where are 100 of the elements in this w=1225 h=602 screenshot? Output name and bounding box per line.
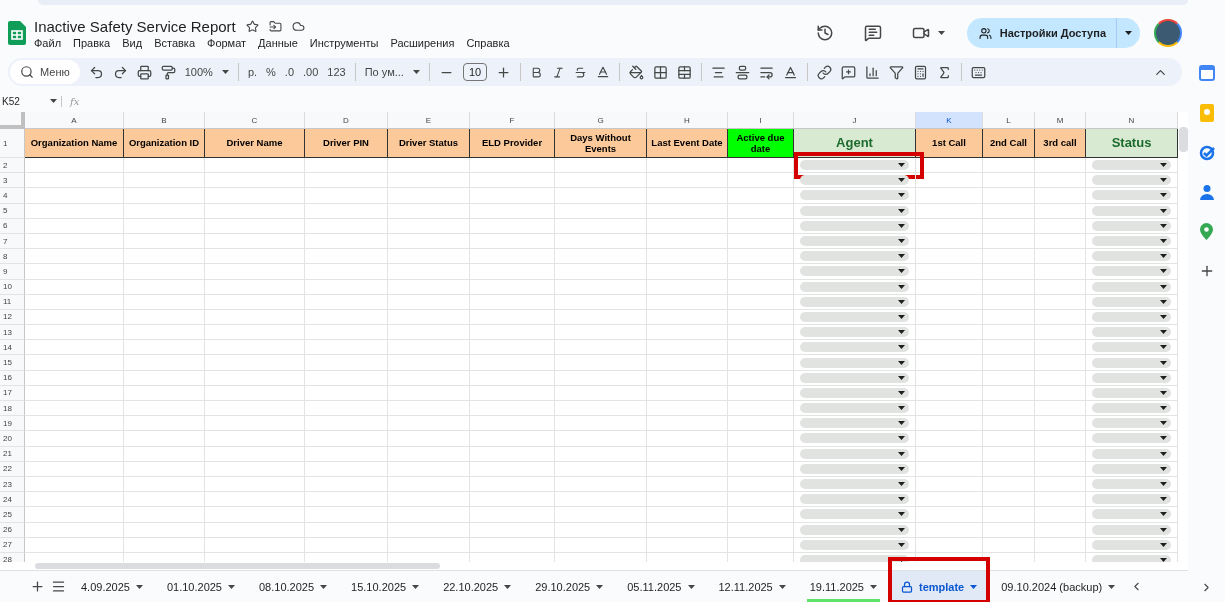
zoom-select[interactable]: 100% <box>184 66 213 78</box>
grid-cell[interactable] <box>205 476 305 493</box>
column-letter[interactable]: G <box>555 112 647 129</box>
grid-cell[interactable] <box>647 173 728 189</box>
grid-cell[interactable] <box>388 309 470 326</box>
grid-cell[interactable] <box>25 461 124 477</box>
grid-cell[interactable] <box>305 431 388 447</box>
grid-cell[interactable] <box>1086 355 1178 371</box>
grid-cell[interactable] <box>1086 416 1178 432</box>
text-color-icon[interactable] <box>596 65 611 79</box>
grid-cell[interactable] <box>555 476 647 493</box>
grid-cell[interactable] <box>794 416 916 432</box>
grid-cell[interactable] <box>983 158 1035 174</box>
column-letter[interactable]: M <box>1035 112 1086 129</box>
grid-cell[interactable] <box>794 218 916 234</box>
grid-cell[interactable] <box>983 249 1035 265</box>
row-number[interactable]: 9 <box>0 264 25 280</box>
grid-cell[interactable] <box>1086 385 1178 401</box>
grid-cell[interactable] <box>205 309 305 326</box>
grid-cell[interactable] <box>205 431 305 447</box>
grid-cell[interactable] <box>124 461 205 477</box>
grid-cell[interactable] <box>916 507 983 523</box>
grid-cell[interactable] <box>794 325 916 341</box>
grid-cell[interactable] <box>794 233 916 250</box>
grid-cell[interactable] <box>205 385 305 401</box>
grid-cell[interactable] <box>305 492 388 508</box>
grid-cell[interactable] <box>388 416 470 432</box>
grid-cell[interactable] <box>647 355 728 371</box>
grid-cell[interactable] <box>983 416 1035 432</box>
grid-cell[interactable] <box>25 476 124 493</box>
grid-cell[interactable] <box>728 476 794 493</box>
column-letter[interactable]: N <box>1086 112 1178 129</box>
grid-cell[interactable] <box>916 355 983 371</box>
borders-icon[interactable] <box>653 64 669 80</box>
grid-cell[interactable] <box>25 188 124 204</box>
grid-cell[interactable] <box>205 492 305 508</box>
grid-cell[interactable] <box>124 264 205 280</box>
horizontal-scrollbar[interactable] <box>35 563 440 569</box>
vertical-scrollbar[interactable] <box>1179 127 1188 152</box>
sheet-tab[interactable]: 09.10.2024 (backup) <box>992 571 1125 602</box>
grid-cell[interactable] <box>983 294 1035 310</box>
grid-cell[interactable] <box>728 492 794 508</box>
font-size-field[interactable]: 10 <box>462 63 488 81</box>
grid-cell[interactable] <box>555 461 647 477</box>
grid-cell[interactable] <box>124 279 205 295</box>
align-icon[interactable] <box>711 64 727 80</box>
grid-cell[interactable] <box>124 340 205 356</box>
grid-cell[interactable] <box>25 203 124 219</box>
grid-cell[interactable] <box>555 188 647 204</box>
grid-cell[interactable] <box>470 279 555 295</box>
grid-cell[interactable] <box>983 522 1035 538</box>
grid-cell[interactable] <box>388 340 470 356</box>
grid-cell[interactable] <box>25 325 124 341</box>
grid-cell[interactable] <box>794 203 916 219</box>
grid-cell[interactable] <box>794 476 916 493</box>
grid-cell[interactable] <box>647 218 728 234</box>
grid-cell[interactable] <box>916 203 983 219</box>
grid-cell[interactable] <box>555 370 647 386</box>
row-number[interactable]: 15 <box>0 355 25 371</box>
grid-cell[interactable] <box>470 522 555 538</box>
grid-cell[interactable] <box>1035 340 1086 356</box>
grid-cell[interactable] <box>555 446 647 462</box>
grid-cell[interactable] <box>647 492 728 508</box>
grid-cell[interactable] <box>1086 476 1178 493</box>
grid-cell[interactable] <box>124 401 205 417</box>
grid-cell[interactable] <box>124 173 205 189</box>
undo-icon[interactable] <box>88 64 104 80</box>
merge-icon[interactable] <box>677 64 693 80</box>
column-letter[interactable]: E <box>388 112 470 129</box>
grid-cell[interactable] <box>25 355 124 371</box>
grid-cell[interactable] <box>205 507 305 523</box>
grid-cell[interactable] <box>124 355 205 371</box>
vertical-align-icon[interactable] <box>735 64 751 80</box>
grid-cell[interactable] <box>25 173 124 189</box>
grid-cell[interactable] <box>25 309 124 326</box>
grid-cell[interactable] <box>983 401 1035 417</box>
grid-cell[interactable] <box>470 233 555 250</box>
row-number[interactable]: 1 <box>0 129 25 158</box>
grid-cell[interactable] <box>25 218 124 234</box>
grid-cell[interactable] <box>916 416 983 432</box>
grid-cell[interactable] <box>1035 325 1086 341</box>
grid-cell[interactable] <box>983 309 1035 326</box>
grid-cell[interactable] <box>794 340 916 356</box>
grid-cell[interactable] <box>388 325 470 341</box>
grid-cell[interactable] <box>305 522 388 538</box>
grid-cell[interactable] <box>794 537 916 553</box>
star-icon[interactable] <box>245 19 259 33</box>
number-format-button[interactable]: 123 <box>327 66 346 78</box>
text-rotation-icon[interactable] <box>783 64 799 80</box>
italic-icon[interactable] <box>552 65 566 79</box>
comment-add-icon[interactable] <box>841 64 857 80</box>
menu-item[interactable]: Правка <box>73 36 111 49</box>
check-icon[interactable] <box>1198 145 1215 161</box>
grid-cell[interactable] <box>794 385 916 401</box>
grid-cell[interactable] <box>25 401 124 417</box>
grid-cell[interactable] <box>1035 401 1086 417</box>
grid-cell[interactable] <box>983 233 1035 250</box>
row-number[interactable]: 24 <box>0 492 25 508</box>
grid-cell[interactable] <box>124 218 205 234</box>
grid-cell[interactable] <box>555 507 647 523</box>
